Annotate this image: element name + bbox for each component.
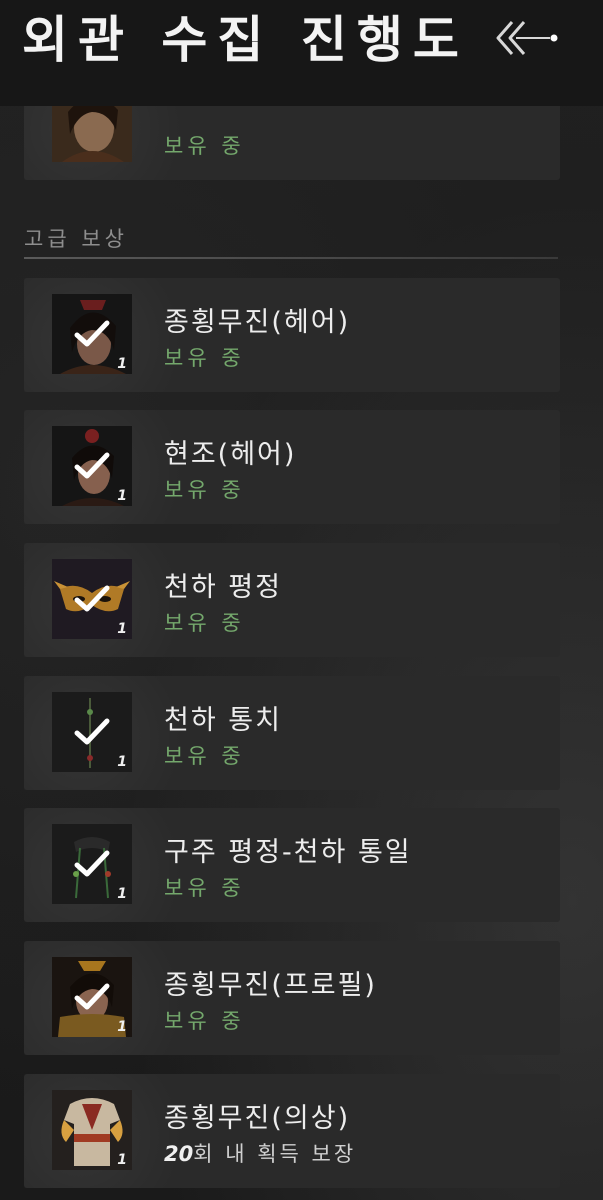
- item-quantity: 1: [117, 886, 127, 902]
- owned-check-icon: [74, 983, 110, 1010]
- item-name: 종횡무진(의상): [164, 1103, 351, 1134]
- section-divider: [24, 257, 558, 259]
- item-thumbnail: 1: [52, 1090, 132, 1170]
- item-name: 천하 평정: [164, 572, 282, 603]
- item-quantity: 1: [117, 754, 127, 770]
- item-status: 보유 중: [164, 346, 245, 370]
- list-item[interactable]: 1 구주 평정-천하 통일 보유 중: [24, 808, 560, 922]
- list-item[interactable]: 1 현조(헤어) 보유 중: [24, 410, 560, 524]
- owned-check-icon: [74, 850, 110, 877]
- back-arrow-icon: [496, 21, 558, 55]
- owned-check-icon: [74, 452, 110, 479]
- item-quantity: 1: [117, 356, 127, 372]
- item-status: 20회 내 획득 보장: [164, 1138, 356, 1168]
- header: 외관 수집 진행도: [0, 0, 603, 106]
- owned-check-icon: [74, 585, 110, 612]
- item-name: 종횡무진(헤어): [164, 307, 351, 338]
- item-thumbnail: 1: [52, 824, 132, 904]
- item-thumbnail: 1: [52, 692, 132, 772]
- item-name: 구주 평정-천하 통일: [164, 837, 412, 868]
- page-title: 외관 수집 진행도: [22, 11, 469, 69]
- item-name: 현조(헤어): [164, 439, 297, 470]
- list-item[interactable]: 1 종횡무진(헤어) 보유 중: [24, 278, 560, 392]
- list-item[interactable]: 1 종횡무진(의상) 20회 내 획득 보장: [24, 1074, 560, 1188]
- item-quantity: 1: [117, 488, 127, 504]
- item-status: 보유 중: [164, 611, 245, 635]
- item-thumbnail: 1: [52, 426, 132, 506]
- item-status: 보유 중: [164, 478, 245, 502]
- back-button[interactable]: [494, 16, 564, 60]
- item-status: 보유 중: [164, 1009, 245, 1033]
- owned-check-icon: [74, 718, 110, 745]
- item-quantity: 1: [117, 1019, 127, 1035]
- item-thumbnail: 1: [52, 559, 132, 639]
- item-name: 종횡무진(프로필): [164, 970, 377, 1001]
- item-thumbnail: 1: [52, 957, 132, 1037]
- item-status: 보유 중: [164, 876, 245, 900]
- collection-list: 보유 중 고급 보상 1 종횡무진(헤어) 보유 중 1 현조(헤어) 보유 중…: [0, 0, 603, 1200]
- list-item[interactable]: 1 종횡무진(프로필) 보유 중: [24, 941, 560, 1055]
- item-status: 보유 중: [164, 134, 245, 158]
- owned-check-icon: [74, 320, 110, 347]
- item-quantity: 1: [117, 621, 127, 637]
- list-item[interactable]: 1 천하 평정 보유 중: [24, 543, 560, 657]
- item-name: 천하 통치: [164, 705, 282, 736]
- guarantee-text: 회 내 획득 보장: [193, 1142, 357, 1166]
- guarantee-count: 20: [164, 1142, 194, 1166]
- item-status: 보유 중: [164, 744, 245, 768]
- item-quantity: 1: [117, 1152, 127, 1168]
- item-thumbnail: 1: [52, 294, 132, 374]
- list-item[interactable]: 1 천하 통치 보유 중: [24, 676, 560, 790]
- section-title: 고급 보상: [24, 227, 128, 251]
